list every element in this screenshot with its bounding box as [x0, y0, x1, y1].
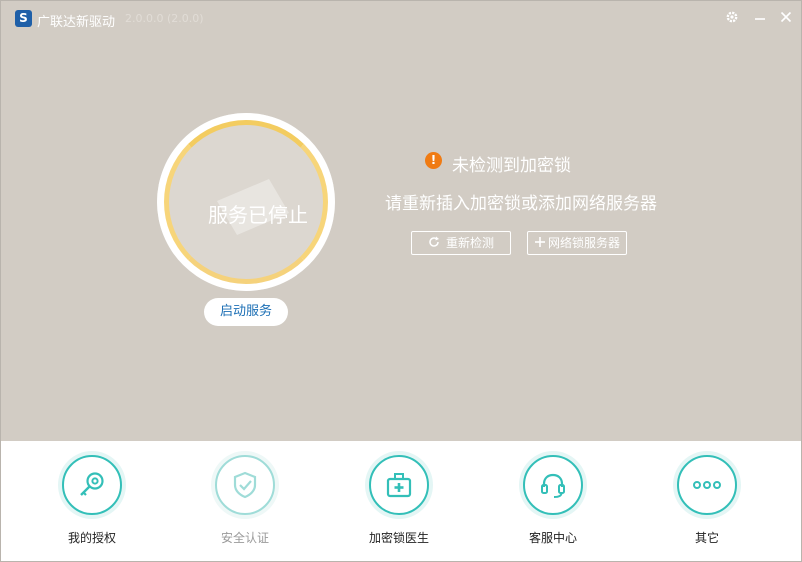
tool-circle [62, 455, 122, 515]
app-window: S 广联达新驱动 2.0.0.0 (2.0.0) 服务已停止 启动服务 ! 未检… [0, 0, 802, 562]
more-icon [693, 481, 721, 489]
tool-circle [215, 455, 275, 515]
headset-icon [541, 473, 565, 498]
close-button[interactable] [775, 7, 797, 27]
tool-circle [369, 455, 429, 515]
tool-circle [677, 455, 737, 515]
tool-my-license[interactable]: 我的授权 [32, 451, 152, 556]
tool-label: 安全认证 [220, 531, 269, 545]
key-icon [80, 472, 104, 496]
start-service-button[interactable]: 启动服务 [204, 298, 288, 326]
tool-others[interactable]: 其它 [647, 451, 767, 556]
status-ring-inner: 服务已停止 [164, 120, 328, 284]
tool-circle [523, 455, 583, 515]
app-version: 2.0.0.0 (2.0.0) [125, 12, 204, 25]
plus-icon [532, 232, 548, 254]
title-bar[interactable]: S 广联达新驱动 2.0.0.0 (2.0.0) [1, 1, 801, 35]
tool-customer-service[interactable]: 客服中心 [493, 451, 613, 556]
insert-dongle-hint: 请重新插入加密锁或添加网络服务器 [385, 194, 657, 214]
tool-label: 我的授权 [67, 531, 116, 545]
redetect-label: 重新检测 [446, 236, 495, 250]
redetect-button[interactable]: 重新检测 [411, 231, 511, 255]
add-network-server-button[interactable]: 网络锁服务器 [527, 231, 627, 255]
minimize-icon [755, 18, 765, 20]
tool-label: 其它 [694, 531, 719, 545]
close-icon [780, 11, 792, 23]
refresh-icon [426, 232, 442, 254]
shield-check-icon [233, 471, 257, 499]
warning-text: 未检测到加密锁 [452, 156, 571, 176]
gear-icon [726, 11, 738, 23]
settings-button[interactable] [721, 7, 743, 27]
minimize-button[interactable] [749, 7, 771, 27]
add-network-server-label: 网络锁服务器 [548, 236, 621, 250]
tool-dongle-doctor[interactable]: 加密锁医生 [339, 451, 459, 556]
medical-kit-icon [386, 473, 412, 498]
service-status-ring: 服务已停止 [157, 113, 335, 291]
service-status-text: 服务已停止 [208, 203, 308, 227]
tool-label: 客服中心 [528, 531, 577, 545]
tools-bar: 我的授权 安全认证 加密锁医生 客服中心 其它 [1, 441, 801, 561]
main-panel: S 广联达新驱动 2.0.0.0 (2.0.0) 服务已停止 启动服务 ! 未检… [1, 1, 801, 441]
app-logo-icon: S [15, 10, 32, 27]
app-title: 广联达新驱动 [37, 15, 116, 30]
warning-icon: ! [425, 152, 442, 169]
tool-label: 加密锁医生 [368, 531, 429, 545]
tool-security-auth[interactable]: 安全认证 [185, 451, 305, 556]
